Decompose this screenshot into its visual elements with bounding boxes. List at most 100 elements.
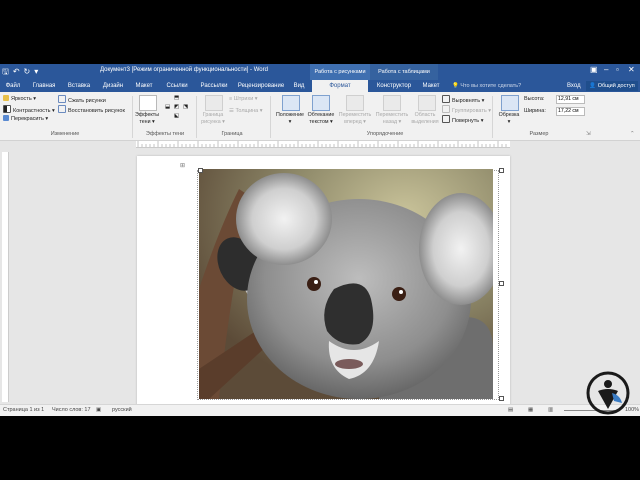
- shadow-toggle-icon[interactable]: ◩: [174, 104, 179, 110]
- compress-icon: [58, 95, 66, 103]
- position-icon[interactable]: [282, 95, 300, 111]
- wrap-text-label[interactable]: Обтекание текстом ▾: [303, 112, 339, 125]
- table-move-handle-icon[interactable]: ⊞: [180, 162, 185, 169]
- size-dialog-launcher-icon[interactable]: ⇲: [586, 131, 591, 137]
- contrast-button[interactable]: Контрастность ▾: [3, 105, 55, 114]
- sign-in-link[interactable]: Вход: [567, 80, 581, 92]
- shadow-effects-icon[interactable]: [139, 95, 157, 111]
- group-label-border: Граница: [221, 131, 243, 137]
- compress-pictures-button[interactable]: Сжать рисунки: [58, 95, 106, 104]
- tab-review[interactable]: Рецензирование: [234, 80, 288, 92]
- rotate-button[interactable]: Повернуть ▾: [442, 115, 483, 124]
- tab-references[interactable]: Ссылки: [160, 80, 194, 92]
- nudge-right-icon[interactable]: ⬔: [183, 104, 188, 110]
- nudge-up-icon[interactable]: ⬒: [174, 95, 179, 101]
- tab-design[interactable]: Дизайн: [97, 80, 129, 92]
- crop-icon[interactable]: [501, 95, 519, 111]
- maximize-icon[interactable]: ▫: [616, 65, 619, 74]
- ribbon-display-icon[interactable]: ▣: [590, 65, 598, 74]
- height-input[interactable]: 12,91 см: [556, 95, 585, 104]
- recolor-button[interactable]: Перекрасить ▾: [3, 115, 48, 122]
- width-input[interactable]: 17,22 см: [556, 107, 585, 116]
- recolor-label: Перекрасить: [11, 116, 44, 122]
- weight-label: Толщина: [235, 108, 259, 114]
- tab-layout[interactable]: Макет: [130, 80, 158, 92]
- recolor-icon: [3, 115, 9, 121]
- tab-table-design[interactable]: Конструктор: [372, 80, 416, 92]
- align-button[interactable]: Выровнять ▾: [442, 95, 484, 104]
- shadow-effects-label[interactable]: Эффекты тени ▾: [132, 112, 162, 125]
- share-button[interactable]: 👤 Общий доступ: [586, 81, 638, 91]
- selection-pane-label[interactable]: Область выделения: [408, 112, 442, 125]
- group-label-arrange: Упорядочение: [366, 131, 404, 137]
- quick-access-toolbar: 🖫 ↶ ↻ ▾: [2, 66, 38, 78]
- koala-image: [199, 169, 493, 399]
- nudge-down-icon[interactable]: ⬕: [174, 113, 179, 119]
- vertical-ruler[interactable]: [2, 152, 9, 402]
- group-icon: [442, 105, 450, 113]
- undo-icon[interactable]: ↶: [13, 66, 20, 78]
- align-label: Выровнять: [452, 98, 481, 104]
- ribbon-format: Яркость ▾ Контрастность ▾ Перекрасить ▾ …: [0, 92, 640, 141]
- border-pen-icon[interactable]: [205, 95, 223, 111]
- send-backward-label[interactable]: Переместить назад ▾: [373, 112, 411, 125]
- dashes-button[interactable]: ≡ Штрихи ▾: [229, 96, 258, 102]
- wrap-text-icon[interactable]: [312, 95, 330, 111]
- read-mode-icon[interactable]: ▤: [508, 405, 513, 416]
- language[interactable]: русский: [112, 405, 132, 416]
- save-icon[interactable]: 🖫: [2, 66, 9, 78]
- nudge-left-icon[interactable]: ⬓: [165, 104, 170, 110]
- height-label: Высота:: [524, 96, 545, 102]
- context-picture-tools: Работа с рисунками: [310, 64, 370, 80]
- send-backward-icon[interactable]: [383, 95, 401, 111]
- tab-file[interactable]: Файл: [0, 80, 26, 92]
- web-layout-icon[interactable]: ▥: [548, 405, 553, 416]
- resize-handle-right[interactable]: [499, 281, 504, 286]
- tell-me-box[interactable]: 💡 Что вы хотите сделать?: [452, 80, 521, 92]
- word-count[interactable]: Число слов: 17: [52, 405, 91, 416]
- proofing-icon[interactable]: ▣: [96, 405, 101, 416]
- resize-handle-top-left[interactable]: [198, 168, 203, 173]
- border-style-label[interactable]: Граница рисунка ▾: [198, 112, 228, 125]
- crop-label[interactable]: Обрезка ▾: [495, 112, 523, 125]
- contrast-icon: [3, 105, 11, 113]
- bring-forward-icon[interactable]: [346, 95, 364, 111]
- rotate-icon: [442, 115, 450, 123]
- resize-handle-top-right[interactable]: [499, 168, 504, 173]
- collapse-ribbon-icon[interactable]: ⌃: [630, 131, 635, 137]
- group-separator: [492, 96, 493, 138]
- customize-qat-icon[interactable]: ▾: [34, 66, 38, 78]
- align-icon: [442, 95, 450, 103]
- bring-forward-label[interactable]: Переместить вперед ▾: [336, 112, 374, 125]
- dashes-label: Штрихи: [233, 96, 254, 102]
- tab-insert[interactable]: Вставка: [62, 80, 96, 92]
- koala-picture[interactable]: [199, 169, 493, 399]
- group-label-size: Размер: [529, 131, 549, 137]
- document-title: Документ3 [Режим ограниченной функционал…: [100, 67, 268, 73]
- group-separator: [196, 96, 197, 138]
- tab-view[interactable]: Вид: [289, 80, 309, 92]
- group-label-shadow: Эффекты тени: [145, 131, 185, 137]
- resize-handle-bottom-right[interactable]: [499, 396, 504, 401]
- group-objects-label: Группировать: [452, 108, 487, 114]
- contrast-label: Контрастность: [13, 108, 51, 114]
- close-icon[interactable]: ✕: [628, 65, 635, 74]
- page-count[interactable]: Страница 1 из 1: [3, 405, 44, 416]
- tab-mailings[interactable]: Рассылки: [196, 80, 232, 92]
- tab-table-layout[interactable]: Макет: [418, 80, 444, 92]
- reset-picture-button[interactable]: Восстановить рисунок: [58, 105, 125, 114]
- sun-icon: [3, 95, 9, 101]
- channel-logo: [586, 371, 630, 415]
- horizontal-ruler[interactable]: [136, 141, 510, 148]
- brightness-button[interactable]: Яркость ▾: [3, 95, 36, 102]
- weight-button[interactable]: ☰ Толщина ▾: [229, 108, 263, 114]
- selection-pane-icon[interactable]: [418, 95, 436, 111]
- tab-format[interactable]: Формат: [312, 80, 368, 92]
- document-page[interactable]: ⊞: [137, 156, 510, 412]
- group-objects-button[interactable]: Группировать ▾: [442, 105, 491, 114]
- print-layout-icon[interactable]: ▦: [528, 405, 533, 416]
- tab-home[interactable]: Главная: [28, 80, 60, 92]
- tell-me-text: Что вы хотите сделать?: [460, 83, 522, 89]
- redo-icon[interactable]: ↻: [24, 66, 31, 78]
- minimize-icon[interactable]: –: [604, 65, 608, 74]
